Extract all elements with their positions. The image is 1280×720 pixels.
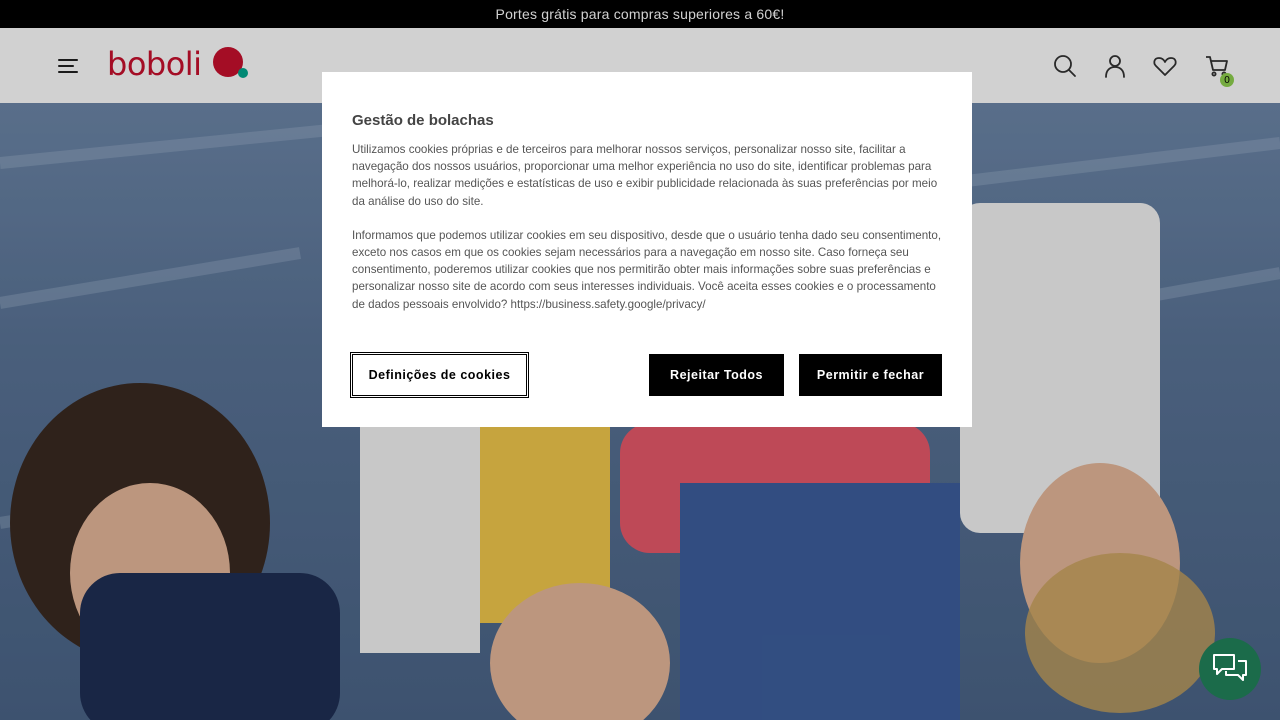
dialog-title: Gestão de bolachas [352, 112, 494, 129]
cookie-settings-button[interactable]: Definições de cookies [350, 352, 529, 398]
cookie-consent-dialog: Gestão de bolachas Utilizamos cookies pr… [322, 72, 972, 427]
cookie-description-1: Utilizamos cookies próprias e de terceir… [352, 143, 938, 208]
accept-and-close-button[interactable]: Permitir e fechar [799, 354, 942, 396]
cookie-description-2: Informamos que podemos utilizar cookies … [352, 228, 942, 311]
chat-button[interactable] [1199, 638, 1261, 700]
chat-icon [1210, 649, 1250, 690]
reject-all-button[interactable]: Rejeitar Todos [649, 354, 784, 396]
